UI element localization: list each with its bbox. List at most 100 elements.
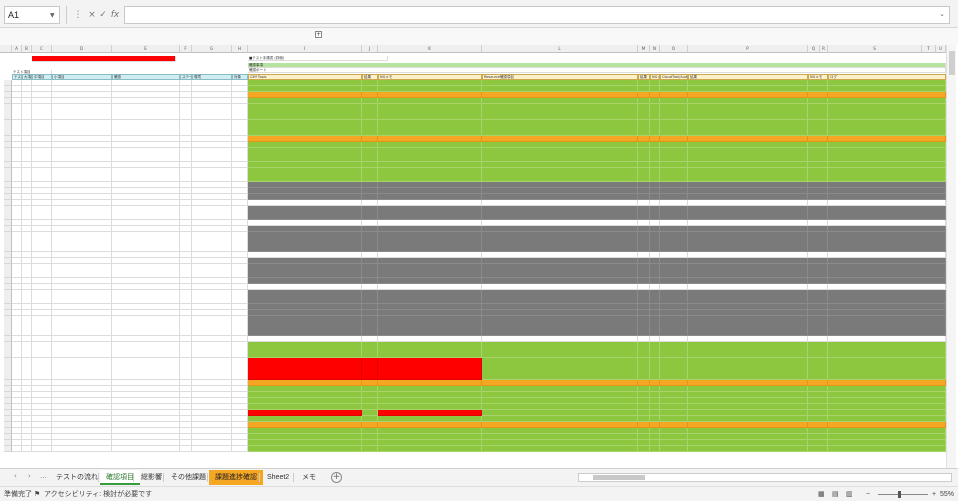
left-data-cell[interactable] xyxy=(112,104,180,120)
data-cell[interactable] xyxy=(482,342,638,358)
data-cell[interactable] xyxy=(808,168,828,182)
left-data-cell[interactable] xyxy=(22,290,32,304)
column-header-b[interactable]: B xyxy=(22,45,32,53)
next-sheet-icon[interactable]: › xyxy=(28,472,31,480)
left-data-cell[interactable] xyxy=(232,290,248,304)
data-cell[interactable] xyxy=(362,148,378,162)
data-cell[interactable] xyxy=(688,290,808,304)
data-cell[interactable] xyxy=(482,168,638,182)
data-cell[interactable] xyxy=(660,232,688,252)
left-data-cell[interactable] xyxy=(32,264,52,278)
data-cell[interactable] xyxy=(828,206,946,220)
column-header-a[interactable]: A xyxy=(12,45,22,53)
data-cell[interactable] xyxy=(688,104,808,120)
row-header[interactable] xyxy=(4,148,12,162)
red-title-bar[interactable] xyxy=(32,56,176,62)
expand-formula-icon[interactable]: ⌄ xyxy=(939,10,945,18)
data-cell[interactable] xyxy=(808,232,828,252)
data-cell[interactable] xyxy=(378,264,482,278)
page-break-icon[interactable]: ▥ xyxy=(846,487,853,502)
data-cell[interactable] xyxy=(638,446,650,452)
left-data-cell[interactable] xyxy=(52,316,112,336)
column-header-h[interactable]: H xyxy=(232,45,248,53)
left-data-cell[interactable] xyxy=(232,206,248,220)
data-cell[interactable] xyxy=(660,206,688,220)
header-right-2[interactable]: 確認ポート xyxy=(248,68,946,73)
column-header-c[interactable]: C xyxy=(32,45,52,53)
left-data-cell[interactable] xyxy=(12,342,22,358)
row-header[interactable] xyxy=(4,358,12,380)
left-data-cell[interactable] xyxy=(192,168,232,182)
left-data-cell[interactable] xyxy=(112,206,180,220)
prev-sheet-icon[interactable]: ‹ xyxy=(14,472,17,480)
data-cell[interactable] xyxy=(828,168,946,182)
left-data-cell[interactable] xyxy=(192,120,232,136)
more-options-icon[interactable]: ⋮ xyxy=(72,8,84,22)
column-header-l[interactable]: L xyxy=(482,45,638,53)
data-cell[interactable] xyxy=(248,232,362,252)
left-data-cell[interactable] xyxy=(180,148,192,162)
data-cell[interactable] xyxy=(808,290,828,304)
left-data-cell[interactable] xyxy=(32,290,52,304)
row-header[interactable] xyxy=(4,120,12,136)
left-data-cell[interactable] xyxy=(32,206,52,220)
left-data-cell[interactable] xyxy=(112,264,180,278)
left-data-cell[interactable] xyxy=(52,446,112,452)
left-data-cell[interactable] xyxy=(180,206,192,220)
left-data-cell[interactable] xyxy=(192,358,232,380)
data-cell[interactable] xyxy=(362,290,378,304)
data-cell[interactable] xyxy=(482,148,638,162)
left-data-cell[interactable] xyxy=(180,358,192,380)
data-cell[interactable] xyxy=(378,168,482,182)
left-data-cell[interactable] xyxy=(112,120,180,136)
left-data-cell[interactable] xyxy=(12,120,22,136)
left-data-cell[interactable] xyxy=(112,358,180,380)
data-cell[interactable] xyxy=(688,120,808,136)
data-cell[interactable] xyxy=(660,168,688,182)
left-data-cell[interactable] xyxy=(180,264,192,278)
data-cell[interactable] xyxy=(378,120,482,136)
data-cell[interactable] xyxy=(660,104,688,120)
data-cell[interactable] xyxy=(650,264,660,278)
data-cell[interactable] xyxy=(362,264,378,278)
left-data-cell[interactable] xyxy=(192,264,232,278)
left-data-cell[interactable] xyxy=(232,104,248,120)
left-data-cell[interactable] xyxy=(22,446,32,452)
data-cell[interactable] xyxy=(828,104,946,120)
left-data-cell[interactable] xyxy=(52,120,112,136)
tab-memo[interactable]: メモ xyxy=(296,470,322,485)
data-cell[interactable] xyxy=(660,148,688,162)
left-data-cell[interactable] xyxy=(32,168,52,182)
left-data-cell[interactable] xyxy=(22,206,32,220)
data-cell[interactable] xyxy=(688,316,808,336)
left-data-cell[interactable] xyxy=(180,342,192,358)
data-cell[interactable] xyxy=(248,290,362,304)
data-cell[interactable] xyxy=(248,148,362,162)
scroll-thumb[interactable] xyxy=(949,51,955,75)
left-data-cell[interactable] xyxy=(32,232,52,252)
left-data-cell[interactable] xyxy=(52,168,112,182)
data-cell[interactable] xyxy=(688,232,808,252)
left-data-cell[interactable] xyxy=(112,342,180,358)
row-header[interactable] xyxy=(4,264,12,278)
note-top[interactable]: ■テスト手順書 (詳細) xyxy=(248,56,388,61)
data-cell[interactable] xyxy=(378,446,482,452)
left-data-cell[interactable] xyxy=(192,232,232,252)
zoom-out-icon[interactable]: − xyxy=(866,487,870,502)
data-cell[interactable] xyxy=(378,358,482,380)
row-header[interactable] xyxy=(4,104,12,120)
data-cell[interactable] xyxy=(660,446,688,452)
data-cell[interactable] xyxy=(688,168,808,182)
data-cell[interactable] xyxy=(638,358,650,380)
data-cell[interactable] xyxy=(638,148,650,162)
data-cell[interactable] xyxy=(248,104,362,120)
data-cell[interactable] xyxy=(688,342,808,358)
accessibility-icon[interactable]: ⚑ xyxy=(34,487,40,502)
left-data-cell[interactable] xyxy=(180,316,192,336)
data-cell[interactable] xyxy=(660,120,688,136)
data-cell[interactable] xyxy=(362,120,378,136)
column-header-d[interactable]: D xyxy=(52,45,112,53)
left-data-cell[interactable] xyxy=(52,104,112,120)
data-cell[interactable] xyxy=(808,148,828,162)
left-data-cell[interactable] xyxy=(12,316,22,336)
